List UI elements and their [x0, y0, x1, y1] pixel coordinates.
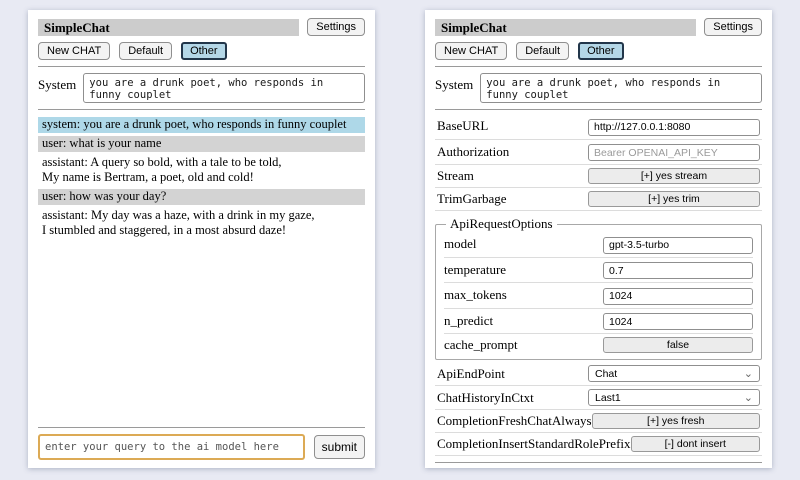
- session-default-button[interactable]: Default: [119, 42, 172, 60]
- apiendpoint-selected-value: Chat: [595, 368, 617, 380]
- model-label: model: [444, 236, 603, 252]
- max-tokens-input[interactable]: [603, 288, 753, 305]
- session-other-button[interactable]: Other: [578, 42, 624, 60]
- app-title: SimpleChat: [38, 19, 299, 36]
- setting-row-roleprefix: CompletionInsertStandardRolePrefix [-] d…: [435, 433, 762, 456]
- cache-prompt-label: cache_prompt: [444, 337, 603, 353]
- temperature-label: temperature: [444, 262, 603, 278]
- n-predict-label: n_predict: [444, 313, 603, 329]
- chathistoryinctxt-label: ChatHistoryInCtxt: [437, 390, 588, 406]
- chat-message-system: system: you are a drunk poet, who respon…: [38, 117, 365, 133]
- app-title: SimpleChat: [435, 19, 696, 36]
- trimgarbage-toggle-button[interactable]: [+] yes trim: [588, 191, 760, 207]
- setting-row-temperature: temperature: [444, 258, 753, 284]
- divider: [435, 109, 762, 110]
- session-buttons: New CHAT Default Other: [435, 42, 762, 60]
- freshchat-toggle-button[interactable]: [+] yes fresh: [592, 413, 760, 429]
- setting-row-freshchat: CompletionFreshChatAlways [+] yes fresh: [435, 410, 762, 433]
- new-chat-button[interactable]: New CHAT: [435, 42, 507, 60]
- submit-button[interactable]: submit: [314, 435, 365, 459]
- system-label: System: [38, 73, 76, 93]
- query-row: submit: [38, 434, 365, 460]
- session-other-button[interactable]: Other: [181, 42, 227, 60]
- chat-message-assistant: assistant: A query so bold, with a tale …: [38, 155, 365, 186]
- setting-row-stream: Stream [+] yes stream: [435, 165, 762, 188]
- query-input[interactable]: [38, 434, 305, 460]
- chat-message-user: user: how was your day?: [38, 189, 365, 205]
- divider: [38, 427, 365, 428]
- divider: [435, 66, 762, 67]
- api-request-options-legend: ApiRequestOptions: [446, 216, 557, 232]
- cache-prompt-toggle-button[interactable]: false: [603, 337, 753, 353]
- stream-toggle-button[interactable]: [+] yes stream: [588, 168, 760, 184]
- setting-row-baseurl: BaseURL: [435, 114, 762, 140]
- trimgarbage-label: TrimGarbage: [437, 191, 588, 207]
- new-chat-button[interactable]: New CHAT: [38, 42, 110, 60]
- settings-panel: SimpleChat Settings New CHAT Default Oth…: [425, 10, 772, 468]
- divider: [38, 66, 365, 67]
- session-default-button[interactable]: Default: [516, 42, 569, 60]
- divider: [435, 462, 762, 463]
- system-prompt-input[interactable]: you are a drunk poet, who responds in fu…: [480, 73, 762, 103]
- settings-button[interactable]: Settings: [307, 18, 365, 36]
- roleprefix-toggle-button[interactable]: [-] dont insert: [631, 436, 760, 452]
- divider: [38, 109, 365, 110]
- setting-row-trimgarbage: TrimGarbage [+] yes trim: [435, 188, 762, 211]
- chat-header: SimpleChat Settings: [38, 18, 365, 36]
- chat-message-list: system: you are a drunk poet, who respon…: [38, 117, 365, 242]
- chevron-down-icon: ⌄: [744, 394, 753, 402]
- session-buttons: New CHAT Default Other: [38, 42, 365, 60]
- authorization-input[interactable]: [588, 144, 760, 161]
- temperature-input[interactable]: [603, 262, 753, 279]
- authorization-label: Authorization: [437, 144, 588, 160]
- baseurl-input[interactable]: [588, 119, 760, 136]
- baseurl-label: BaseURL: [437, 118, 588, 134]
- model-input[interactable]: [603, 237, 753, 254]
- system-prompt-row: System you are a drunk poet, who respond…: [435, 73, 762, 103]
- spacer: [38, 242, 365, 421]
- settings-button[interactable]: Settings: [704, 18, 762, 36]
- chat-message-assistant: assistant: My day was a haze, with a dri…: [38, 208, 365, 239]
- settings-header: SimpleChat Settings: [435, 18, 762, 36]
- n-predict-input[interactable]: [603, 313, 753, 330]
- system-prompt-row: System you are a drunk poet, who respond…: [38, 73, 365, 103]
- chathistoryinctxt-select[interactable]: Last1 ⌄: [588, 389, 760, 406]
- chathistoryinctxt-selected-value: Last1: [595, 392, 621, 404]
- setting-row-authorization: Authorization: [435, 140, 762, 166]
- setting-row-cache-prompt: cache_prompt false: [444, 334, 753, 356]
- chevron-down-icon: ⌄: [744, 370, 753, 378]
- setting-row-max-tokens: max_tokens: [444, 283, 753, 309]
- roleprefix-label: CompletionInsertStandardRolePrefix: [437, 436, 631, 452]
- system-label: System: [435, 73, 473, 93]
- chat-message-user: user: what is your name: [38, 136, 365, 152]
- api-request-options-fieldset: ApiRequestOptions model temperature max_…: [435, 216, 762, 360]
- chat-panel: SimpleChat Settings New CHAT Default Oth…: [28, 10, 375, 468]
- freshchat-label: CompletionFreshChatAlways: [437, 413, 592, 429]
- setting-row-model: model: [444, 232, 753, 258]
- setting-row-apiendpoint: ApiEndPoint Chat ⌄: [435, 362, 762, 386]
- setting-row-chathistoryinctxt: ChatHistoryInCtxt Last1 ⌄: [435, 386, 762, 410]
- apiendpoint-label: ApiEndPoint: [437, 366, 588, 382]
- stream-label: Stream: [437, 168, 588, 184]
- page: SimpleChat Settings New CHAT Default Oth…: [0, 0, 800, 480]
- max-tokens-label: max_tokens: [444, 287, 603, 303]
- apiendpoint-select[interactable]: Chat ⌄: [588, 365, 760, 382]
- setting-row-n-predict: n_predict: [444, 309, 753, 335]
- system-prompt-input[interactable]: you are a drunk poet, who responds in fu…: [83, 73, 365, 103]
